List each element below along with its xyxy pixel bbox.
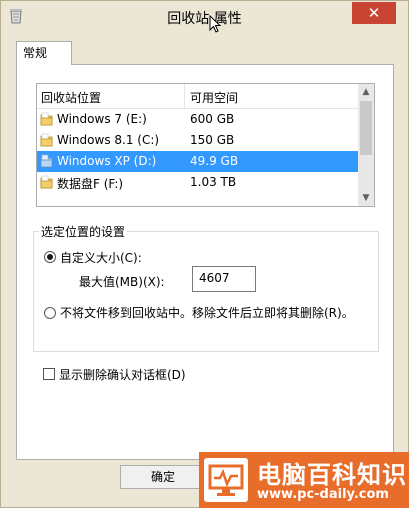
- scroll-up-arrow-icon[interactable]: ▲: [358, 84, 374, 100]
- free-space-value: 49.9 GB: [190, 154, 239, 168]
- folder-icon: [40, 154, 53, 168]
- free-space-value: 1.03 TB: [190, 175, 237, 189]
- watermark-name: 电脑百科知识: [257, 461, 407, 489]
- recycle-bin-location-list[interactable]: 回收站位置 可用空间 Windows 7 (E:) 600 GB Windows…: [36, 83, 375, 207]
- folder-icon: [40, 175, 53, 189]
- title-bar[interactable]: 回收站 属性 ✕: [1, 1, 408, 33]
- vertical-scrollbar[interactable]: ▲ ▼: [358, 84, 374, 206]
- list-item[interactable]: 数据盘F (F:) 1.03 TB: [37, 172, 359, 193]
- free-space-value: 600 GB: [190, 112, 235, 126]
- column-header-location[interactable]: 回收站位置: [41, 89, 101, 106]
- folder-icon: [40, 133, 53, 147]
- scroll-thumb[interactable]: [360, 101, 372, 155]
- location-name: 数据盘F (F:): [57, 177, 124, 191]
- ok-button[interactable]: 确定: [120, 465, 206, 489]
- free-space-value: 150 GB: [190, 133, 235, 147]
- recycle-bin-properties-window: 回收站 属性 ✕ 常规 回收站位置 可用空间 Windows 7 (E:) 60…: [0, 0, 409, 508]
- max-size-label: 最大值(MB)(X):: [79, 275, 165, 289]
- list-item[interactable]: Windows 8.1 (C:) 150 GB: [37, 130, 359, 151]
- custom-size-label[interactable]: 自定义大小(C):: [60, 249, 142, 266]
- list-header: 回收站位置 可用空间: [37, 84, 359, 109]
- selected-location-settings-group: 选定位置的设置 自定义大小(C): 最大值(MB)(X): 4607 不将文件移…: [33, 223, 379, 352]
- list-item[interactable]: Windows 7 (E:) 600 GB: [37, 109, 359, 130]
- window-title: 回收站 属性: [167, 11, 242, 27]
- max-size-input[interactable]: 4607: [192, 266, 256, 292]
- location-name: Windows XP (D:): [57, 154, 157, 168]
- confirm-dialog-checkbox[interactable]: [43, 368, 55, 380]
- group-title: 选定位置的设置: [39, 223, 128, 240]
- column-separator: [184, 84, 185, 108]
- no-move-label[interactable]: 不将文件移到回收站中。移除文件后立即将其删除(R)。: [60, 304, 354, 321]
- scroll-down-arrow-icon[interactable]: ▼: [358, 190, 374, 206]
- close-button[interactable]: ✕: [352, 2, 396, 24]
- mouse-cursor-icon: [209, 15, 221, 33]
- list-item-selected[interactable]: Windows XP (D:) 49.9 GB: [37, 151, 359, 172]
- no-move-radio[interactable]: [44, 307, 56, 319]
- custom-size-radio[interactable]: [44, 251, 56, 263]
- confirm-dialog-label[interactable]: 显示删除确认对话框(D): [59, 366, 186, 383]
- radio-selected-dot: [47, 254, 53, 260]
- watermark-url: www.pc-daily.com: [257, 487, 389, 502]
- column-header-free-space[interactable]: 可用空间: [190, 89, 238, 106]
- location-name: Windows 8.1 (C:): [57, 133, 160, 147]
- watermark-banner: 电脑百科知识 www.pc-daily.com: [199, 452, 409, 508]
- tab-general[interactable]: 常规: [16, 41, 72, 65]
- monitor-logo-icon: [204, 458, 248, 502]
- general-tab-panel: 回收站位置 可用空间 Windows 7 (E:) 600 GB Windows…: [16, 64, 394, 460]
- location-name: Windows 7 (E:): [57, 112, 147, 126]
- folder-icon: [40, 112, 53, 126]
